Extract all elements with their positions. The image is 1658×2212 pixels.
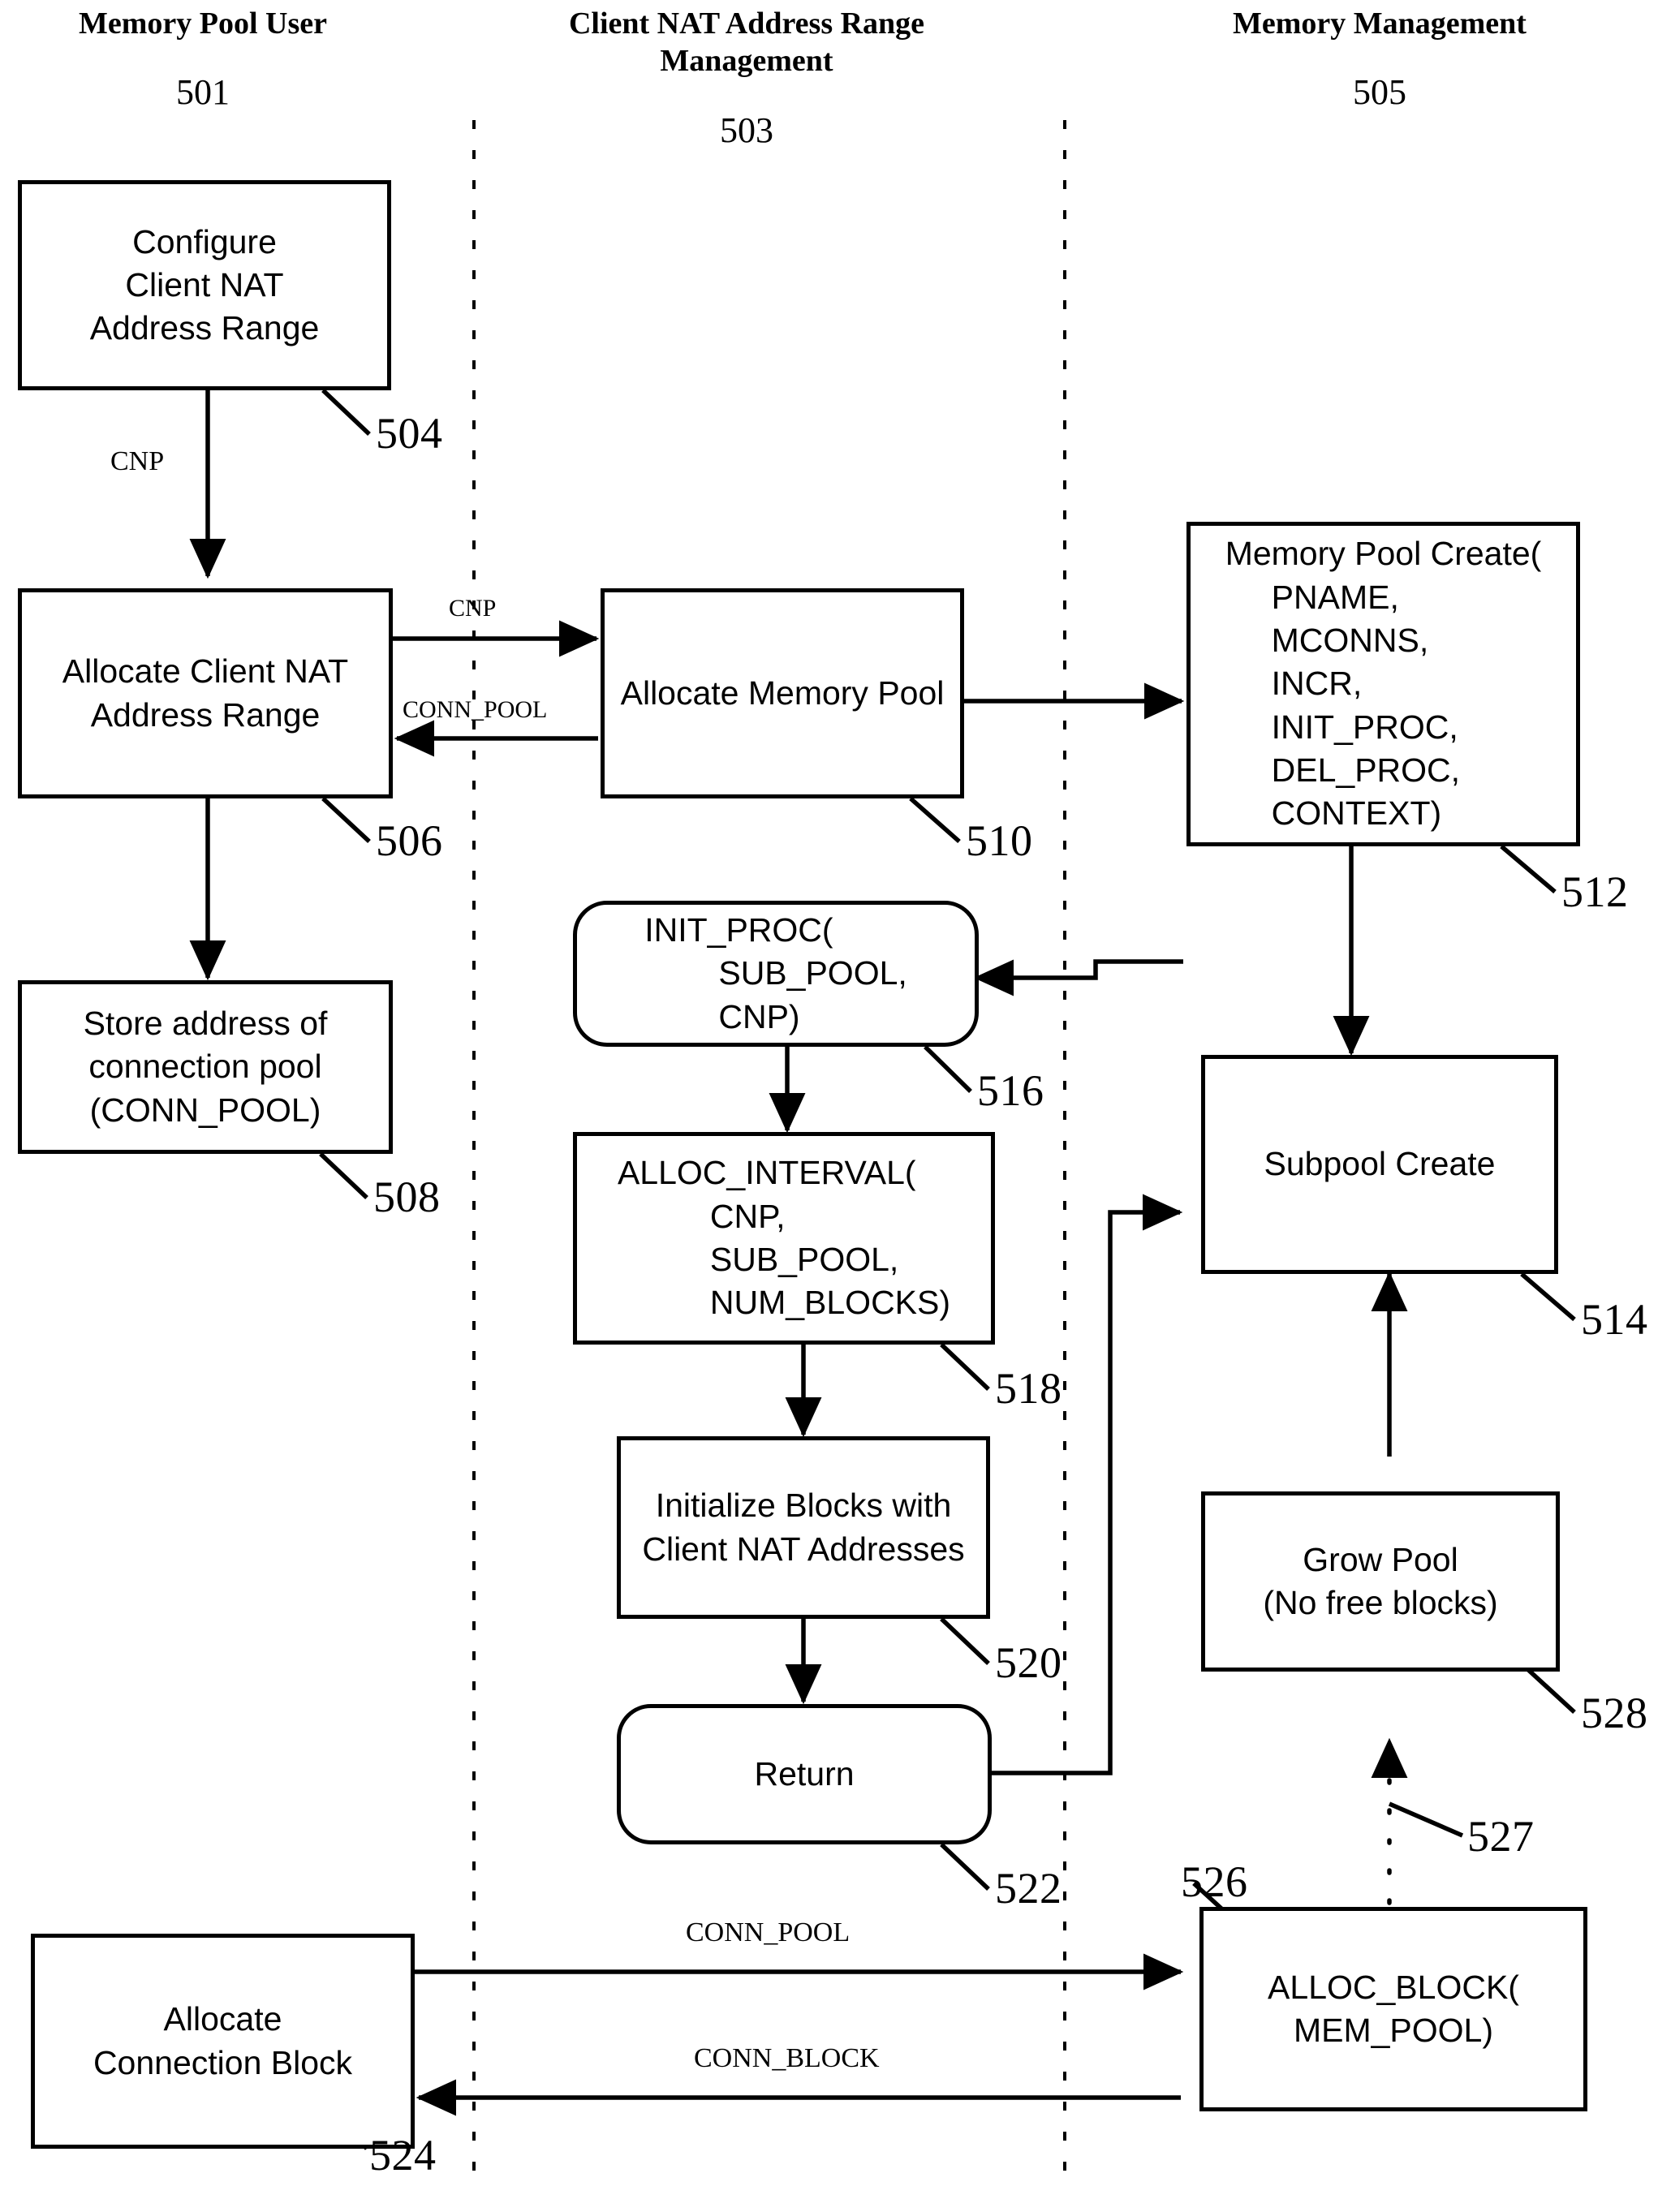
node-configure-client-nat-address-range[interactable]: Configure Client NAT Address Range: [18, 180, 391, 390]
node-label: ALLOC_INTERVAL( CNP, SUB_POOL, NUM_BLOCK…: [617, 1154, 951, 1322]
leader-516: [924, 1045, 972, 1093]
node-init-proc[interactable]: INIT_PROC( SUB_POOL, CNP): [573, 901, 979, 1047]
node-label: ALLOC_BLOCK( MEM_POOL): [1268, 1968, 1519, 2049]
leader-508: [319, 1152, 368, 1199]
node-store-address-of-connection-pool[interactable]: Store address of connection pool (CONN_P…: [18, 980, 393, 1154]
node-label: Allocate Client NAT Address Range: [62, 652, 349, 734]
node-label: Memory Pool Create( PNAME, MCONNS, INCR,…: [1225, 535, 1542, 833]
node-label: Initialize Blocks with Client NAT Addres…: [642, 1487, 965, 1568]
lane-header-client-nat-address-range-management: Client NAT Address Range Management: [568, 6, 925, 79]
node-label: Subpool Create: [1264, 1145, 1496, 1183]
lane-number-505: 505: [1353, 72, 1406, 112]
leader-510: [909, 796, 961, 844]
ref-528: 528: [1581, 1689, 1648, 1737]
edge-label-conn-pool-510-506: CONN_POOL: [403, 696, 548, 723]
leader-506: [321, 796, 371, 844]
ref-514: 514: [1581, 1295, 1648, 1344]
node-alloc-interval[interactable]: ALLOC_INTERVAL( CNP, SUB_POOL, NUM_BLOCK…: [573, 1132, 995, 1345]
ref-506: 506: [376, 816, 443, 865]
node-memory-pool-create[interactable]: Memory Pool Create( PNAME, MCONNS, INCR,…: [1186, 522, 1580, 846]
leader-512: [1500, 844, 1557, 894]
node-allocate-client-nat-address-range[interactable]: Allocate Client NAT Address Range: [18, 588, 393, 798]
node-label: Return: [754, 1754, 855, 1792]
ref-508: 508: [373, 1173, 441, 1221]
edge-label-conn-block-526-524: CONN_BLOCK: [694, 2043, 880, 2073]
leader-518: [940, 1343, 990, 1391]
leader-504: [321, 389, 371, 436]
ref-527: 527: [1467, 1812, 1535, 1861]
leader-520: [940, 1617, 990, 1665]
node-subpool-create[interactable]: Subpool Create: [1201, 1055, 1558, 1274]
lane-number-503: 503: [720, 110, 773, 150]
ref-518: 518: [995, 1364, 1062, 1413]
node-alloc-block[interactable]: ALLOC_BLOCK( MEM_POOL): [1199, 1907, 1587, 2111]
ref-504: 504: [376, 409, 443, 458]
ref-512: 512: [1561, 867, 1629, 916]
node-label: Configure Client NAT Address Range: [89, 222, 320, 347]
leader-527: [1388, 1801, 1464, 1838]
edge-label-cnp-504-506: CNP: [110, 446, 165, 476]
node-label: Grow Pool (No free blocks): [1263, 1540, 1498, 1621]
ref-524: 524: [369, 2131, 437, 2180]
node-label: Allocate Connection Block: [93, 2000, 353, 2081]
node-grow-pool[interactable]: Grow Pool (No free blocks): [1201, 1491, 1560, 1672]
node-label: Store address of connection pool (CONN_P…: [83, 1005, 328, 1129]
node-allocate-memory-pool[interactable]: Allocate Memory Pool: [601, 588, 964, 798]
edge-label-conn-pool-524-526: CONN_POOL: [686, 1917, 851, 1947]
ref-526: 526: [1181, 1857, 1248, 1906]
ref-520: 520: [995, 1638, 1062, 1687]
leader-514: [1520, 1272, 1576, 1322]
lane-number-501: 501: [176, 72, 230, 112]
node-return[interactable]: Return: [617, 1704, 992, 1844]
leader-528: [1524, 1665, 1576, 1715]
figure-canvas: Memory Pool User 501 Client NAT Address …: [0, 0, 1658, 2212]
lane-header-memory-management: Memory Management: [1233, 6, 1527, 41]
leader-522: [940, 1843, 990, 1891]
edge-514-to-516: [973, 959, 1183, 996]
ref-510: 510: [966, 816, 1033, 865]
lane-header-memory-pool-user: Memory Pool User: [79, 6, 327, 41]
edge-522-to-514: [992, 1194, 1183, 1775]
edge-label-cnp-506-510: CNP: [449, 595, 497, 622]
node-label: Allocate Memory Pool: [620, 673, 945, 712]
ref-522: 522: [995, 1864, 1062, 1913]
node-initialize-blocks-with-client-nat-addresses[interactable]: Initialize Blocks with Client NAT Addres…: [617, 1436, 990, 1619]
node-label: INIT_PROC( SUB_POOL, CNP): [644, 911, 907, 1035]
ref-516: 516: [977, 1066, 1044, 1115]
node-allocate-connection-block[interactable]: Allocate Connection Block: [31, 1934, 415, 2149]
